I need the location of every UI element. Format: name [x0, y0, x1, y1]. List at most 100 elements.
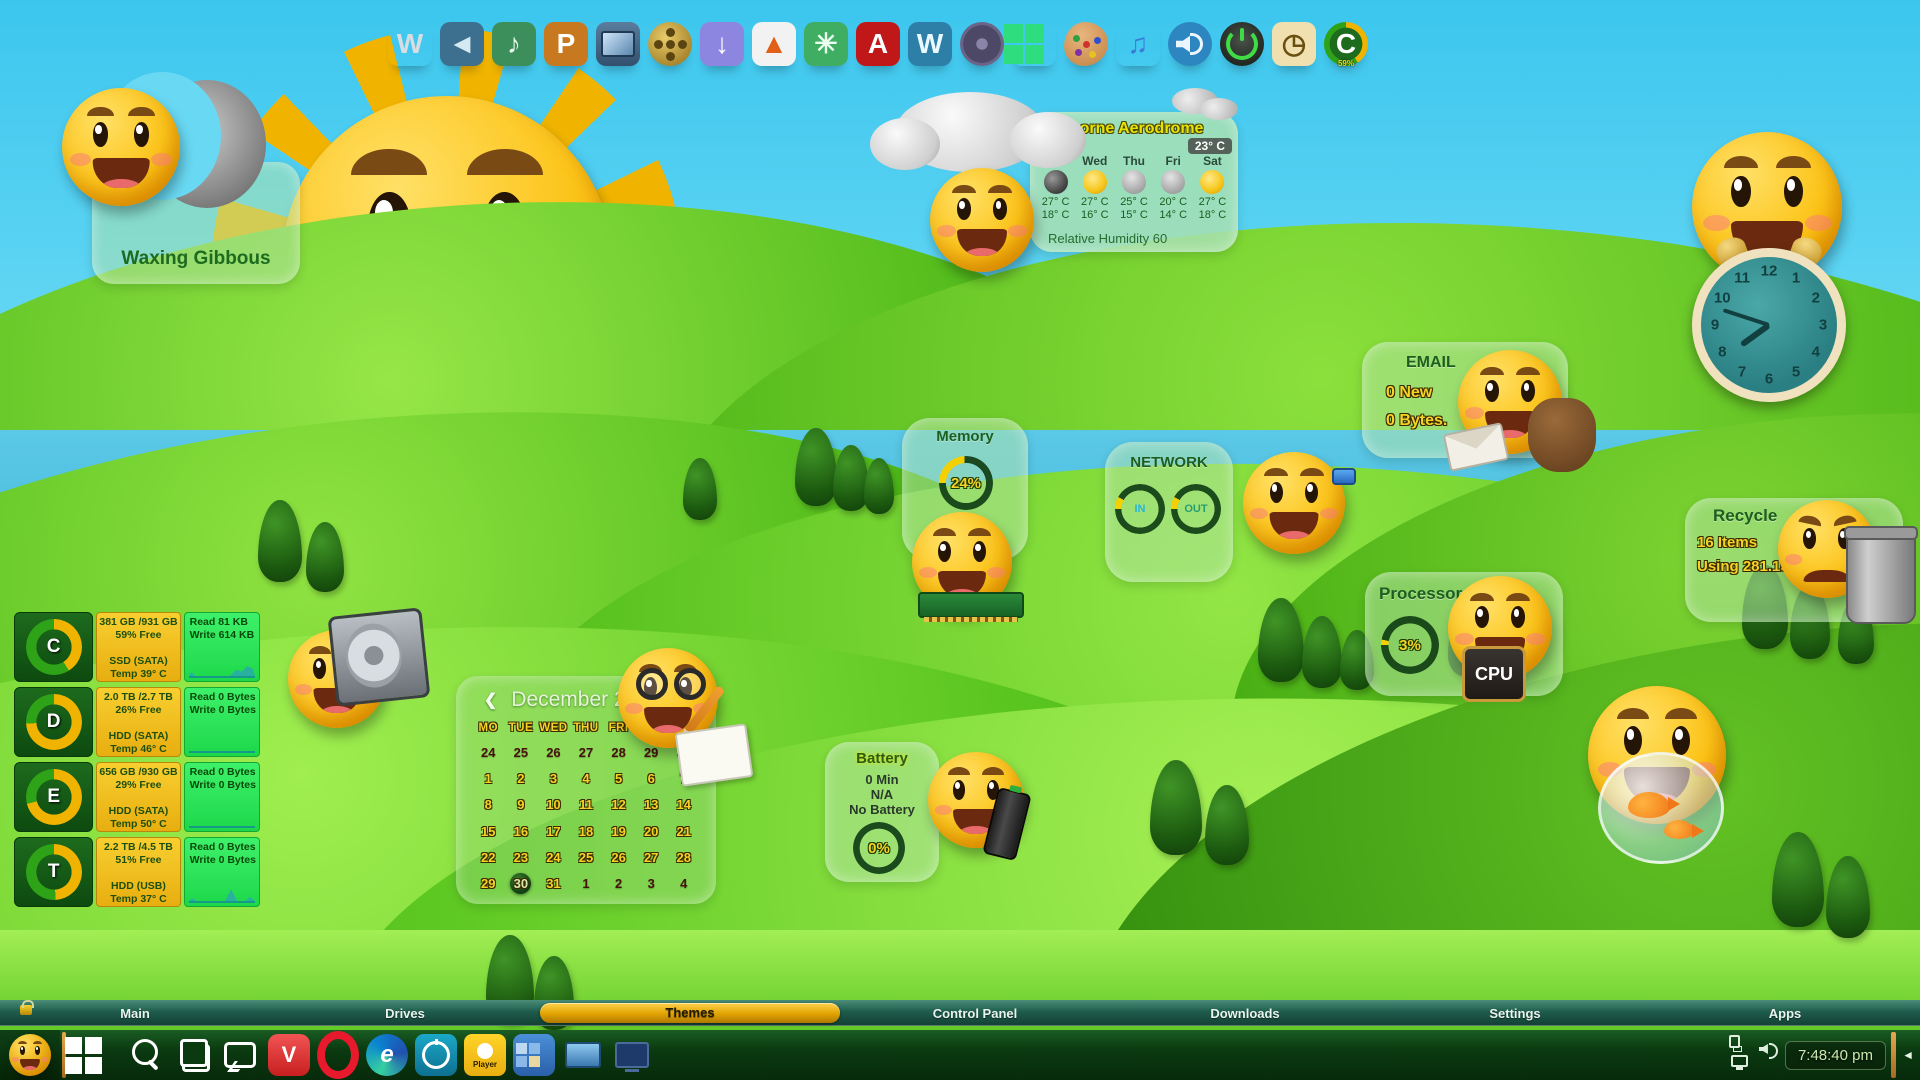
cloud-decoration [1200, 98, 1238, 120]
drive-activity[interactable]: Read 0 BytesWrite 0 Bytes [184, 762, 260, 832]
green-swirl-app-icon[interactable]: ✳ [804, 22, 848, 66]
drive-info[interactable]: 2.2 TB /4.5 TB51% FreeHDD (USB)Temp 37° … [96, 837, 180, 907]
edge-icon[interactable]: e [366, 1034, 408, 1076]
drive-activity-line: Read 81 KB [190, 616, 259, 629]
chat-icon[interactable] [219, 1034, 261, 1076]
drive-activity[interactable]: Read 81 KBWrite 614 KB [184, 612, 260, 682]
works-icon-glyph: W [917, 30, 943, 58]
search-icon[interactable] [121, 1034, 163, 1076]
drive-activity[interactable]: Read 0 BytesWrite 0 Bytes [184, 687, 260, 757]
theme-tab-settings[interactable]: Settings [1380, 1006, 1650, 1021]
paint-palette-icon[interactable] [1064, 22, 1108, 66]
drive-info[interactable]: 2.0 TB /2.7 TB26% FreeHDD (SATA)Temp 46°… [96, 687, 180, 757]
calendar-week: 22232425262728 [472, 847, 700, 868]
drive-info[interactable]: 656 GB /930 GB29% FreeHDD (SATA)Temp 50°… [96, 762, 180, 832]
green-swirl-app-icon-glyph: ✳ [814, 30, 837, 58]
tray-status-icons [1729, 1037, 1753, 1073]
download-manager-icon[interactable]: ↓ [700, 22, 744, 66]
clock-number: 11 [1734, 270, 1750, 287]
drive-gauge-T[interactable]: T [14, 837, 93, 907]
music-note-blue-icon[interactable]: ♫ [1116, 22, 1160, 66]
player-icon-label: Player [473, 1060, 497, 1069]
power-icon[interactable] [1220, 22, 1264, 66]
works-icon[interactable]: W [908, 22, 952, 66]
monitor-app-icon[interactable] [611, 1034, 653, 1076]
calendar-date: 4 [570, 768, 603, 789]
player-icon[interactable]: Player [464, 1034, 506, 1076]
media-player-blue-icon[interactable]: ◄ [440, 22, 484, 66]
theme-tab-control-panel[interactable]: Control Panel [840, 1006, 1110, 1021]
calendar-week: 891011121314 [472, 794, 700, 815]
calendar-date: 28 [602, 742, 635, 763]
trash-can [1846, 532, 1916, 624]
volume-icon[interactable] [1168, 22, 1212, 66]
vivaldi-icon[interactable]: V [268, 1034, 310, 1076]
battery-widget[interactable]: Battery 0 Min N/A No Battery 0% [825, 742, 939, 882]
network-widget[interactable]: NETWORK IN OUT [1105, 442, 1233, 582]
clock-number: 8 [1718, 344, 1726, 361]
forecast-high: 25° C [1114, 196, 1153, 209]
task-view-icon[interactable] [170, 1034, 212, 1076]
drive-info-line: 2.0 TB /2.7 TB [97, 691, 179, 704]
drive-info-line: HDD (SATA) [97, 730, 179, 743]
drive-row-T: T2.2 TB /4.5 TB51% FreeHDD (USB)Temp 37°… [14, 837, 260, 907]
drive-gauge-D[interactable]: D [14, 687, 93, 757]
volume-tray-icon[interactable] [1759, 1041, 1779, 1057]
calendar-date: 25 [505, 742, 538, 763]
forecast-low: 18° C [1193, 209, 1232, 222]
drive-letter: C [47, 636, 61, 658]
drive-info-line: 29% Free [97, 779, 179, 792]
activity-sparkline [189, 812, 255, 828]
moon-emoji [62, 88, 180, 206]
dvd-icon[interactable] [960, 22, 1004, 66]
calendar-week: 1234567 [472, 768, 700, 789]
email-new-count: 0 New [1386, 384, 1432, 402]
calendar-date: 24 [537, 847, 570, 868]
calendar-date: 31 [537, 873, 570, 894]
email-size: 0 Bytes. [1386, 412, 1447, 430]
laptop-icon[interactable] [562, 1034, 604, 1076]
movie-maker-icon[interactable] [648, 22, 692, 66]
battery-state: No Battery [825, 802, 939, 817]
usb-icon[interactable] [1729, 1035, 1740, 1048]
opera-icon[interactable] [317, 1034, 359, 1076]
mail-bag [1528, 398, 1596, 472]
winamp-icon[interactable]: W [388, 22, 432, 66]
start-button[interactable] [0, 1030, 60, 1080]
alarm-clock-icon[interactable]: ◷ [1272, 22, 1316, 66]
vlc-icon[interactable]: ▲ [752, 22, 796, 66]
theme-tab-downloads[interactable]: Downloads [1110, 1006, 1380, 1021]
music-app-green-icon[interactable]: ♪ [492, 22, 536, 66]
calendar-date: 4 [667, 873, 700, 894]
c-drive-gauge-icon[interactable]: C59% [1324, 22, 1368, 66]
p-app-orange-icon[interactable]: P [544, 22, 588, 66]
calendar-prev-button[interactable]: ❮ [484, 690, 497, 710]
stopwatch-icon[interactable] [415, 1034, 457, 1076]
show-desktop-button[interactable]: ◄ [1902, 1048, 1914, 1062]
drive-gauge-C[interactable]: C [14, 612, 93, 682]
theme-tab-main[interactable]: Main [0, 1006, 270, 1021]
network-display-icon[interactable] [1731, 1055, 1748, 1067]
clock-number: 3 [1819, 317, 1827, 334]
c-drive-gauge-icon-glyph: C [1336, 30, 1356, 58]
drive-activity[interactable]: Read 0 BytesWrite 0 Bytes [184, 837, 260, 907]
calendar-day-name: TUE [505, 722, 538, 734]
drive-gauge-E[interactable]: E [14, 762, 93, 832]
download-manager-icon-glyph: ↓ [715, 30, 729, 58]
adobe-reader-icon[interactable]: A [856, 22, 900, 66]
calendar-date: 11 [570, 794, 603, 815]
cpu-chip: CPU [1462, 646, 1526, 702]
tray-clock[interactable]: 7:48:40 pm [1785, 1041, 1886, 1070]
theme-tab-drives[interactable]: Drives [270, 1006, 540, 1021]
taskbar: Ve Player 7:48:40 pm ◄ [0, 1030, 1920, 1080]
calendar-date: 17 [537, 821, 570, 842]
win-logo-icon[interactable] [72, 1034, 114, 1076]
theme-tab-apps[interactable]: Apps [1650, 1006, 1920, 1021]
drive-info[interactable]: 381 GB /931 GB59% FreeSSD (SATA)Temp 39°… [96, 612, 180, 682]
display-app-icon[interactable] [596, 22, 640, 66]
windows-green-icon[interactable] [1012, 22, 1056, 66]
drive-activity-line: Read 0 Bytes [190, 691, 259, 704]
theme-tab-themes[interactable]: Themes [540, 1003, 840, 1023]
tiles-app-icon[interactable] [513, 1034, 555, 1076]
lock-icon[interactable] [20, 1005, 32, 1015]
